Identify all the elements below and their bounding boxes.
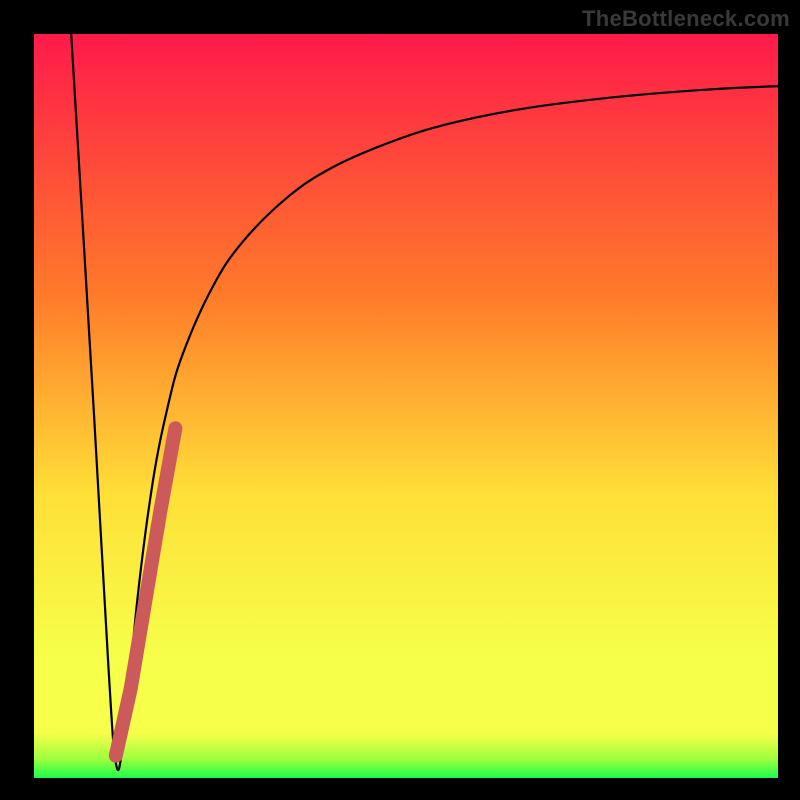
chart-svg [34,34,778,778]
gradient-background [34,34,778,778]
watermark-text: TheBottleneck.com [582,6,790,32]
plot-area [34,34,778,778]
chart-container: TheBottleneck.com [0,0,800,800]
